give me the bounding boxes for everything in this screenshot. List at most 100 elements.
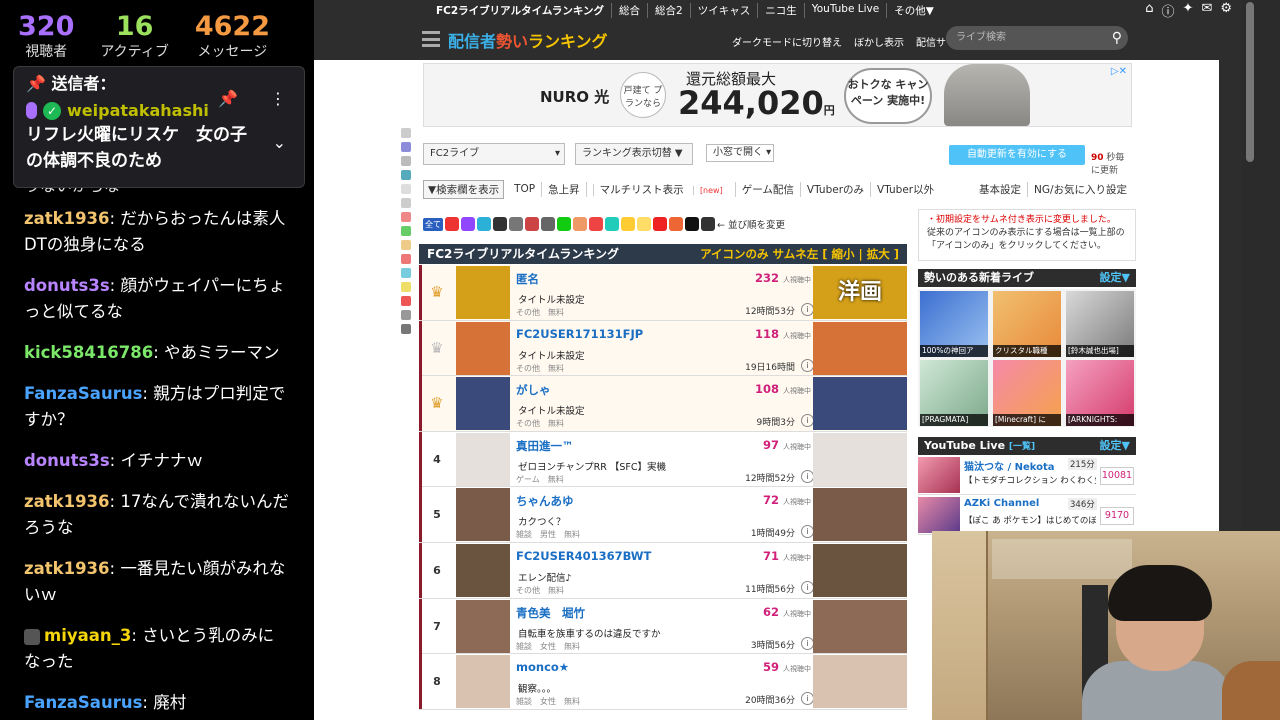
nav-niconico[interactable]: ニコ生	[757, 2, 804, 18]
17live-icon[interactable]	[653, 217, 667, 231]
display-toggle-button[interactable]: ランキング表示切替 ▼	[575, 143, 693, 165]
live-thumbnail[interactable]: [ARKNIGHTS:	[1066, 360, 1134, 426]
view-options[interactable]: アイコンのみ サムネ左 [ 縮小 | 拡大 ]	[700, 244, 899, 264]
toggle-search-button[interactable]: ▼検索欄を表示	[423, 179, 505, 199]
category-all[interactable]: 全て	[423, 217, 443, 231]
stream-icon[interactable]	[456, 488, 510, 542]
twitter-icon[interactable]: ✦	[1183, 1, 1194, 20]
ranking-row[interactable]: 5 ちゃんあゆ カクつく？ 雑談 男性 無料 72 人視聴中 1時間49分 i	[419, 487, 907, 543]
twitch-icon[interactable]	[461, 217, 475, 231]
ranking-row[interactable]: 6 FC2USER401367BWT エレン配信♪ その他 無料 71 人視聴中 11時間…	[419, 542, 907, 599]
chat-username[interactable]: FanzaSaurus	[24, 384, 142, 403]
youtube-channel[interactable]: AZKi Channel	[964, 498, 1039, 509]
stream-thumbnail[interactable]	[813, 432, 907, 486]
strip-icon[interactable]	[401, 310, 411, 320]
niconico-icon[interactable]	[493, 217, 507, 231]
live-thumbnail[interactable]: [PRAGMATA]	[920, 360, 988, 426]
youtube-list-link[interactable]: [一覧]	[1009, 442, 1035, 452]
nav-overall[interactable]: 総合	[611, 2, 647, 18]
chat-username[interactable]: kick58416786	[24, 343, 153, 362]
site-select[interactable]: FC2ライブ ▾	[423, 143, 565, 165]
pinned-username[interactable]: weipatakahashi	[67, 101, 209, 120]
new-live-settings[interactable]: 設定▼	[1100, 269, 1130, 287]
streamer-name[interactable]: がしゃ	[516, 382, 551, 398]
nav-fc2[interactable]: FC2ライブリアルタイムランキング	[429, 3, 611, 18]
stream-thumbnail[interactable]	[813, 321, 907, 375]
stream-icon[interactable]	[456, 655, 510, 709]
tab-game[interactable]: ゲーム配信	[734, 181, 800, 197]
tab-top[interactable]: TOP	[508, 183, 541, 195]
chat-username[interactable]: zatk1936	[24, 492, 110, 511]
stream-thumbnail[interactable]	[813, 543, 907, 597]
stream-thumbnail[interactable]	[813, 655, 907, 709]
home-icon[interactable]: ⌂	[1145, 1, 1153, 20]
strip-icon[interactable]	[401, 324, 411, 334]
strip-icon[interactable]	[401, 296, 411, 306]
mirrativ-icon[interactable]	[605, 217, 619, 231]
ranking-row[interactable]: 4 真田進一™ ゼロヨンチャンプRR 【SFC】実機 ゲーム 無料 97 人視聴中 12時…	[419, 431, 907, 488]
stream-thumbnail[interactable]	[813, 599, 907, 653]
search-icon[interactable]: ⚲	[1112, 26, 1122, 50]
basic-settings-link[interactable]: 基本設定	[973, 182, 1027, 197]
streamer-name[interactable]: FC2USER401367BWT	[516, 549, 651, 563]
youtube-item[interactable]: AZKi Channel 346分 【ぽこ あ ポケモン】はじめてのぼ 9170	[918, 495, 1136, 535]
youtube-settings[interactable]: 設定▼	[1100, 437, 1130, 455]
stream-icon[interactable]	[456, 599, 510, 653]
info-icon[interactable]: ⓘ	[1162, 1, 1175, 20]
sort-order-link[interactable]: ← 並び順を変更	[717, 217, 785, 231]
live-thumbnail[interactable]: 100%の神回ア	[920, 291, 988, 357]
chat-username[interactable]: zatk1936	[24, 209, 110, 228]
ad-close-icon[interactable]: ▷✕	[1111, 66, 1127, 77]
nav-overall2[interactable]: 総合2	[647, 2, 690, 18]
strip-icon[interactable]	[401, 142, 411, 152]
chat-username[interactable]: FanzaSaurus	[24, 693, 142, 712]
strip-icon[interactable]	[401, 268, 411, 278]
pococha-icon[interactable]	[637, 217, 651, 231]
live-thumbnail[interactable]: [鈴木誠也出場]	[1066, 291, 1134, 357]
strip-icon[interactable]	[401, 240, 411, 250]
ranking-row[interactable]: ♛ FC2USER171131FJP タイトル未設定 その他 無料 118 人視聴中 19…	[419, 320, 907, 377]
tab-non-vtuber[interactable]: VTuber以外	[870, 181, 940, 197]
tiktok-icon[interactable]	[685, 217, 699, 231]
strip-icon[interactable]	[401, 254, 411, 264]
streamer-name[interactable]: FC2USER171131FJP	[516, 327, 643, 341]
window-select[interactable]: 小窓で開く ▾	[706, 144, 774, 162]
live-thumbnail[interactable]: [Minecraft] に	[993, 360, 1061, 426]
vtuber-icon[interactable]	[621, 217, 635, 231]
strip-icon[interactable]	[401, 212, 411, 222]
line-live-icon[interactable]	[669, 217, 683, 231]
tab-vtuber[interactable]: VTuberのみ	[799, 181, 870, 197]
dark-mode-link[interactable]: ダークモードに切り替え	[732, 34, 842, 49]
nav-twitcasting[interactable]: ツイキャス	[689, 2, 758, 18]
stream-thumbnail[interactable]	[813, 488, 907, 542]
more-options-icon[interactable]: ⋮	[270, 89, 286, 108]
ranking-row[interactable]: ♛ がしゃ タイトル未設定 その他 無料 108 人視聴中 9時間3分 i	[419, 376, 907, 432]
streamer-name[interactable]: 青色美 堀竹	[516, 605, 585, 621]
ranking-row[interactable]: 7 青色美 堀竹 自転車を族車するのは違反ですか 雑談 女性 無料 62 人視聴中 3時間…	[419, 598, 907, 655]
site-logo[interactable]: 配信者勢いランキング	[448, 28, 608, 52]
youtube-channel[interactable]: 猫汰つな / Nekota	[964, 458, 1055, 473]
twitcasting-icon[interactable]	[477, 217, 491, 231]
strip-icon[interactable]	[401, 170, 411, 180]
streamer-name[interactable]: ちゃんあゆ	[516, 493, 574, 509]
ranking-row[interactable]: ♛ 匿名 タイトル未設定 その他 無料 232 人視聴中 12時間53分 i 洋画	[419, 265, 907, 321]
mildom-icon[interactable]	[589, 217, 603, 231]
ranking-row[interactable]: 8 monco★ 観察。。。 雑談 女性 無料 59 人視聴中 20時間36分 i	[419, 654, 907, 710]
stream-icon[interactable]	[456, 377, 510, 431]
streamer-name[interactable]: 真田進一™	[516, 438, 574, 454]
gear-icon[interactable]: ⚙	[1220, 1, 1232, 20]
tab-multilist[interactable]: マルチリスト表示 [new]	[585, 181, 735, 197]
streamer-name[interactable]: 匿名	[516, 271, 539, 287]
showroom-icon[interactable]	[573, 217, 587, 231]
tab-rising[interactable]: 急上昇	[541, 181, 586, 197]
strip-icon[interactable]	[401, 156, 411, 166]
youtube-icon[interactable]	[445, 217, 459, 231]
blur-link[interactable]: ぼかし表示	[854, 34, 904, 49]
tv-icon[interactable]	[509, 217, 523, 231]
chat-username[interactable]: donuts3s	[24, 451, 110, 470]
mail-icon[interactable]: ✉	[1201, 1, 1212, 20]
menu-icon[interactable]	[422, 31, 440, 47]
stream-icon[interactable]	[456, 432, 510, 486]
stream-icon[interactable]	[456, 266, 510, 319]
stream-thumbnail[interactable]	[813, 377, 907, 431]
